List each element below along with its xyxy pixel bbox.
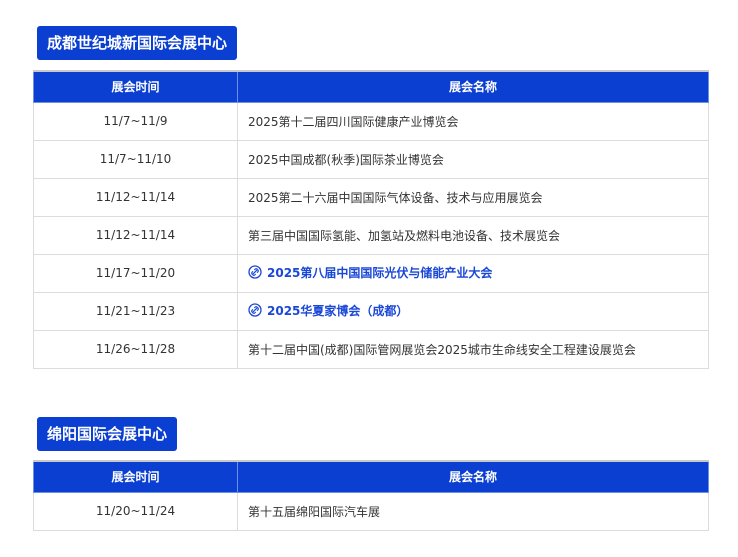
table-row: 11/7~11/9 2025第十二届四川国际健康产业博览会	[33, 101, 709, 141]
expo-link-home-fair[interactable]: 2025华夏家博会（成都）	[248, 302, 408, 319]
header-name: 展会名称	[237, 70, 709, 103]
header-date: 展会时间	[33, 460, 238, 493]
link-icon	[248, 303, 262, 317]
expo-table-chengdu: 展会时间 展会名称 11/7~11/9 2025第十二届四川国际健康产业博览会 …	[33, 70, 709, 369]
expo-link-pv-storage[interactable]: 2025第八届中国国际光伏与储能产业大会	[248, 264, 492, 281]
table-row: 11/20~11/24 第十五届绵阳国际汽车展	[33, 491, 709, 531]
header-date: 展会时间	[33, 70, 238, 103]
row-name-cell: 2025华夏家博会（成都）	[237, 291, 709, 331]
row-name: 2025第十二届四川国际健康产业博览会	[237, 101, 709, 141]
expo-table-mianyang: 展会时间 展会名称 11/20~11/24 第十五届绵阳国际汽车展	[33, 460, 709, 531]
row-date: 11/26~11/28	[33, 329, 238, 369]
row-date: 11/20~11/24	[33, 491, 238, 531]
row-date: 11/12~11/14	[33, 177, 238, 217]
table-row: 11/21~11/23 2025华夏家博会（成都）	[33, 291, 709, 331]
table-row: 11/12~11/14 2025第二十六届中国国际气体设备、技术与应用展览会	[33, 177, 709, 217]
table-row: 11/17~11/20 2025第八届中国国际光伏与储能产业大会	[33, 253, 709, 293]
row-name: 第三届中国国际氢能、加氢站及燃料电池设备、技术展览会	[237, 215, 709, 255]
row-name: 第十五届绵阳国际汽车展	[237, 491, 709, 531]
table-row: 11/7~11/10 2025中国成都(秋季)国际茶业博览会	[33, 139, 709, 179]
row-name: 2025第二十六届中国国际气体设备、技术与应用展览会	[237, 177, 709, 217]
header-name: 展会名称	[237, 460, 709, 493]
table-header-row: 展会时间 展会名称	[33, 70, 709, 103]
table-row: 11/12~11/14 第三届中国国际氢能、加氢站及燃料电池设备、技术展览会	[33, 215, 709, 255]
row-date: 11/7~11/10	[33, 139, 238, 179]
row-date: 11/12~11/14	[33, 215, 238, 255]
row-name: 第十二届中国(成都)国际管网展览会2025城市生命线安全工程建设展览会	[237, 329, 709, 369]
expo-link-label[interactable]: 2025华夏家博会（成都）	[267, 302, 408, 319]
row-date: 11/7~11/9	[33, 101, 238, 141]
section-title-mianyang: 绵阳国际会展中心	[37, 417, 178, 451]
link-icon	[248, 265, 262, 279]
row-name: 2025中国成都(秋季)国际茶业博览会	[237, 139, 709, 179]
row-date: 11/21~11/23	[33, 291, 238, 331]
table-row: 11/26~11/28 第十二届中国(成都)国际管网展览会2025城市生命线安全…	[33, 329, 709, 369]
table-header-row: 展会时间 展会名称	[33, 460, 709, 493]
row-name-cell: 2025第八届中国国际光伏与储能产业大会	[237, 253, 709, 293]
expo-link-label[interactable]: 2025第八届中国国际光伏与储能产业大会	[267, 264, 492, 281]
section-title-chengdu: 成都世纪城新国际会展中心	[37, 26, 238, 60]
row-date: 11/17~11/20	[33, 253, 238, 293]
